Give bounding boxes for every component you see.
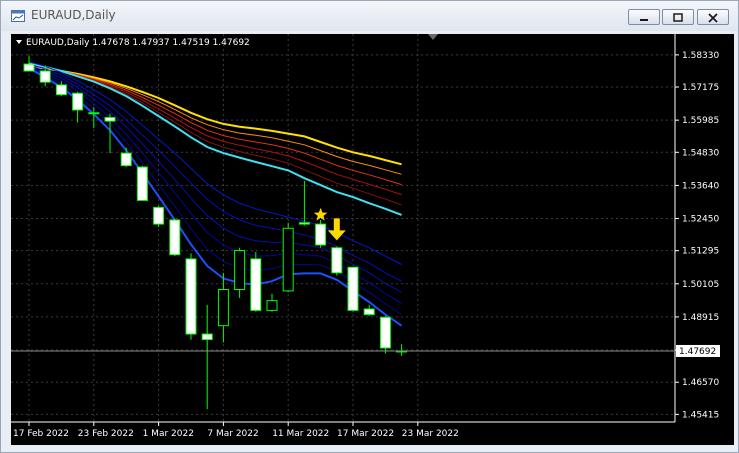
chart-window: EURAUD,Daily 1.58330 1.57175 1.55985 1.5483… <box>0 0 739 453</box>
moving-average-lines <box>28 61 403 327</box>
moving-average-line <box>28 62 402 216</box>
candle-body <box>234 250 246 291</box>
candle[interactable] <box>169 218 181 257</box>
candle-body <box>250 258 262 311</box>
y-tick-label: 1.58330 <box>682 51 719 61</box>
y-tick-label: 1.48915 <box>682 313 719 323</box>
candle[interactable] <box>234 247 246 298</box>
x-tick-label: 1 Mar 2022 <box>143 429 194 439</box>
candle-body <box>347 266 359 311</box>
minimize-icon <box>640 19 648 21</box>
candle-body <box>201 333 213 341</box>
y-tick-label: 1.50105 <box>682 280 719 290</box>
x-axis-ticks: 17 Feb 2022 23 Feb 2022 1 Mar 2022 7 Mar 20… <box>13 422 459 439</box>
moving-average-line <box>28 66 402 304</box>
window-title: EURAUD,Daily <box>31 8 116 22</box>
candle[interactable] <box>217 272 229 343</box>
moving-average-line <box>28 67 403 327</box>
candle-body <box>55 84 67 96</box>
x-tick-label: 11 Mar 2022 <box>272 429 329 439</box>
minimize-button[interactable] <box>628 9 660 25</box>
candle[interactable] <box>120 147 132 168</box>
candle-body <box>72 92 84 111</box>
moving-average-line <box>28 65 402 175</box>
candle[interactable] <box>201 304 213 410</box>
moving-average-line <box>28 66 402 316</box>
candle-body <box>169 219 181 256</box>
candle[interactable] <box>379 315 391 354</box>
y-tick-label: 1.46570 <box>682 378 719 388</box>
candle-body <box>88 112 100 115</box>
chart-header-text: EURAUD,Daily 1.47678 1.47937 1.47519 1.4… <box>26 38 250 48</box>
candlestick-chart[interactable]: 1.58330 1.57175 1.55985 1.54830 1.53640 1.524… <box>11 34 734 445</box>
candle[interactable] <box>153 206 165 227</box>
candle-body <box>104 117 116 122</box>
y-tick-label: 1.51295 <box>682 247 719 257</box>
candle-body <box>315 223 327 246</box>
candle-body <box>298 222 310 225</box>
candle[interactable] <box>185 253 197 340</box>
x-tick-label: 7 Mar 2022 <box>207 429 258 439</box>
y-tick-label: 1.53640 <box>682 181 719 191</box>
candle-body <box>120 152 132 167</box>
candle-body <box>217 289 229 327</box>
y-tick-label: 1.45415 <box>682 410 719 420</box>
chart-window-icon <box>11 10 25 22</box>
y-tick-label: 1.55985 <box>682 116 719 126</box>
candle-body <box>185 258 197 335</box>
current-price-label: 1.47692 <box>679 347 716 357</box>
x-tick-label: 23 Feb 2022 <box>78 429 134 439</box>
y-tick-label: 1.57175 <box>682 83 719 93</box>
star-icon <box>313 207 328 221</box>
price-chart[interactable]: 1.58330 1.57175 1.55985 1.54830 1.53640 1.524… <box>11 34 734 445</box>
candle-body <box>266 300 278 311</box>
candle-body <box>23 63 35 72</box>
maximize-button[interactable] <box>662 9 694 25</box>
candle[interactable] <box>315 219 327 248</box>
candle[interactable] <box>331 246 343 276</box>
candle-body <box>282 227 294 292</box>
chart-axes <box>11 34 676 423</box>
y-tick-label: 1.52450 <box>682 215 719 225</box>
close-icon <box>708 13 718 23</box>
candle[interactable] <box>282 222 294 293</box>
y-axis-ticks: 1.58330 1.57175 1.55985 1.54830 1.53640 1.524… <box>675 51 719 420</box>
candle-body <box>379 316 391 349</box>
candle-body <box>39 70 51 83</box>
candle-body <box>153 206 165 225</box>
current-price: 1.47692 <box>11 344 720 357</box>
x-tick-label: 23 Mar 2022 <box>402 429 459 439</box>
moving-average-line <box>28 65 402 293</box>
y-tick-label: 1.54830 <box>682 148 719 158</box>
candles[interactable] <box>23 55 408 410</box>
candle-body <box>331 247 343 274</box>
candle-body <box>136 166 148 201</box>
candle-body <box>363 308 375 316</box>
candle[interactable] <box>136 165 148 201</box>
x-tick-label: 17 Feb 2022 <box>13 429 69 439</box>
close-button[interactable] <box>697 9 729 25</box>
chart-grid <box>11 34 675 422</box>
candle[interactable] <box>250 251 262 312</box>
maximize-icon <box>673 13 683 22</box>
candle[interactable] <box>396 344 408 356</box>
candle[interactable] <box>347 266 359 312</box>
candle[interactable] <box>266 293 278 312</box>
moving-average-line <box>28 65 402 186</box>
x-tick-label: 17 Mar 2022 <box>337 429 394 439</box>
title-bar[interactable]: EURAUD,Daily <box>1 1 738 31</box>
candle[interactable] <box>72 91 84 123</box>
chart-header: EURAUD,Daily 1.47678 1.47937 1.47519 1.4… <box>16 38 250 48</box>
candle[interactable] <box>363 304 375 316</box>
